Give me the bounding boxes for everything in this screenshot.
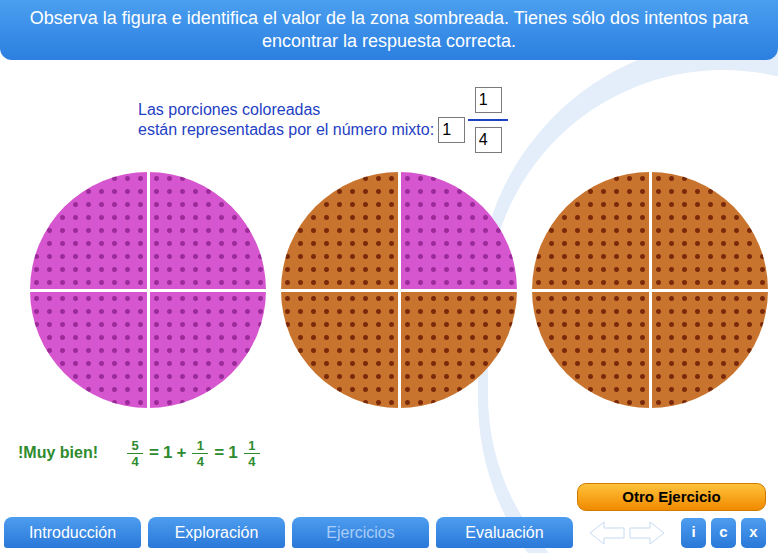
pizza-quarter[interactable] bbox=[532, 172, 649, 289]
nav-tab[interactable]: Exploración bbox=[148, 517, 285, 548]
prompt-line: están representadas por el número mixto: bbox=[138, 120, 434, 140]
fraction-line bbox=[468, 119, 508, 121]
tool-button[interactable]: i bbox=[681, 518, 706, 548]
page: Observa la figura e identifica el valor … bbox=[0, 0, 778, 553]
tool-buttons: icx bbox=[681, 518, 766, 548]
feedback: !Muy bien!54=1+14=114 bbox=[0, 434, 778, 472]
tool-button[interactable]: c bbox=[711, 518, 736, 548]
pizza bbox=[532, 172, 768, 408]
equation-text: = bbox=[149, 440, 159, 466]
pizza-quarter[interactable] bbox=[30, 292, 147, 409]
nav-tab-label: Ejercicios bbox=[326, 521, 394, 545]
fraction-line bbox=[127, 453, 143, 454]
nav-tab[interactable]: Ejercicios bbox=[292, 517, 429, 548]
pizza-quarter[interactable] bbox=[401, 292, 518, 409]
button-row: Otro Ejercicio bbox=[0, 483, 778, 511]
numerator: 5 bbox=[131, 438, 138, 453]
prompt-text: Las porciones coloreadasestán representa… bbox=[138, 100, 434, 140]
equation-fraction: 54 bbox=[127, 438, 143, 469]
pizza-quarter[interactable] bbox=[281, 172, 398, 289]
equation-fraction: 14 bbox=[192, 438, 208, 469]
pizza-quarter[interactable] bbox=[30, 172, 147, 289]
equation-text: 1 bbox=[163, 440, 172, 466]
numerator: 1 bbox=[197, 438, 204, 453]
prompt-line: Las porciones coloreadas bbox=[138, 100, 434, 120]
feedback-message: !Muy bien! bbox=[18, 441, 98, 465]
right-arrow-icon[interactable] bbox=[628, 520, 666, 546]
nav-tab[interactable]: Evaluación bbox=[436, 517, 573, 548]
denominator: 4 bbox=[248, 454, 255, 469]
equation-text: = bbox=[214, 440, 224, 466]
denominator: 4 bbox=[197, 454, 204, 469]
instructions-text: Observa la figura e identifica el valor … bbox=[12, 7, 766, 53]
left-arrow-icon[interactable] bbox=[588, 520, 626, 546]
pizza-quarter[interactable] bbox=[652, 292, 769, 409]
instructions-bar: Observa la figura e identifica el valor … bbox=[0, 0, 778, 60]
pizza-quarter[interactable] bbox=[150, 292, 267, 409]
equation: 54=1+14=114 bbox=[125, 438, 262, 469]
denominator-input[interactable] bbox=[475, 127, 502, 153]
numerator-input[interactable] bbox=[475, 87, 502, 113]
whole-input[interactable] bbox=[438, 117, 465, 143]
denominator: 4 bbox=[131, 454, 138, 469]
prompt: Las porciones coloreadasestán representa… bbox=[0, 85, 778, 155]
equation-text: + bbox=[176, 440, 186, 466]
other-exercise-button[interactable]: Otro Ejercicio bbox=[577, 483, 766, 511]
equation-fraction: 14 bbox=[244, 438, 260, 469]
pizza bbox=[30, 172, 266, 408]
pizza bbox=[281, 172, 517, 408]
numerator: 1 bbox=[248, 438, 255, 453]
pizza-quarter[interactable] bbox=[150, 172, 267, 289]
pizza-row bbox=[0, 172, 778, 408]
pizza-quarter[interactable] bbox=[532, 292, 649, 409]
nav-tab-label: Introducción bbox=[29, 521, 116, 545]
nav-tab[interactable]: Introducción bbox=[4, 517, 141, 548]
nav-tab-label: Exploración bbox=[175, 521, 259, 545]
tool-button[interactable]: x bbox=[741, 518, 766, 548]
arrows bbox=[588, 520, 666, 546]
nav-bar: Introducción Exploración Ejercicios Evaluac… bbox=[0, 517, 778, 548]
whole-field bbox=[438, 117, 465, 143]
equation-text: 1 bbox=[228, 440, 237, 466]
fraction-field bbox=[468, 87, 508, 153]
nav-tab-label: Evaluación bbox=[465, 521, 543, 545]
pizza-quarter[interactable] bbox=[281, 292, 398, 409]
fraction-line bbox=[244, 453, 260, 454]
pizza-quarter[interactable] bbox=[401, 172, 518, 289]
fraction-line bbox=[192, 453, 208, 454]
pizza-quarter[interactable] bbox=[652, 172, 769, 289]
